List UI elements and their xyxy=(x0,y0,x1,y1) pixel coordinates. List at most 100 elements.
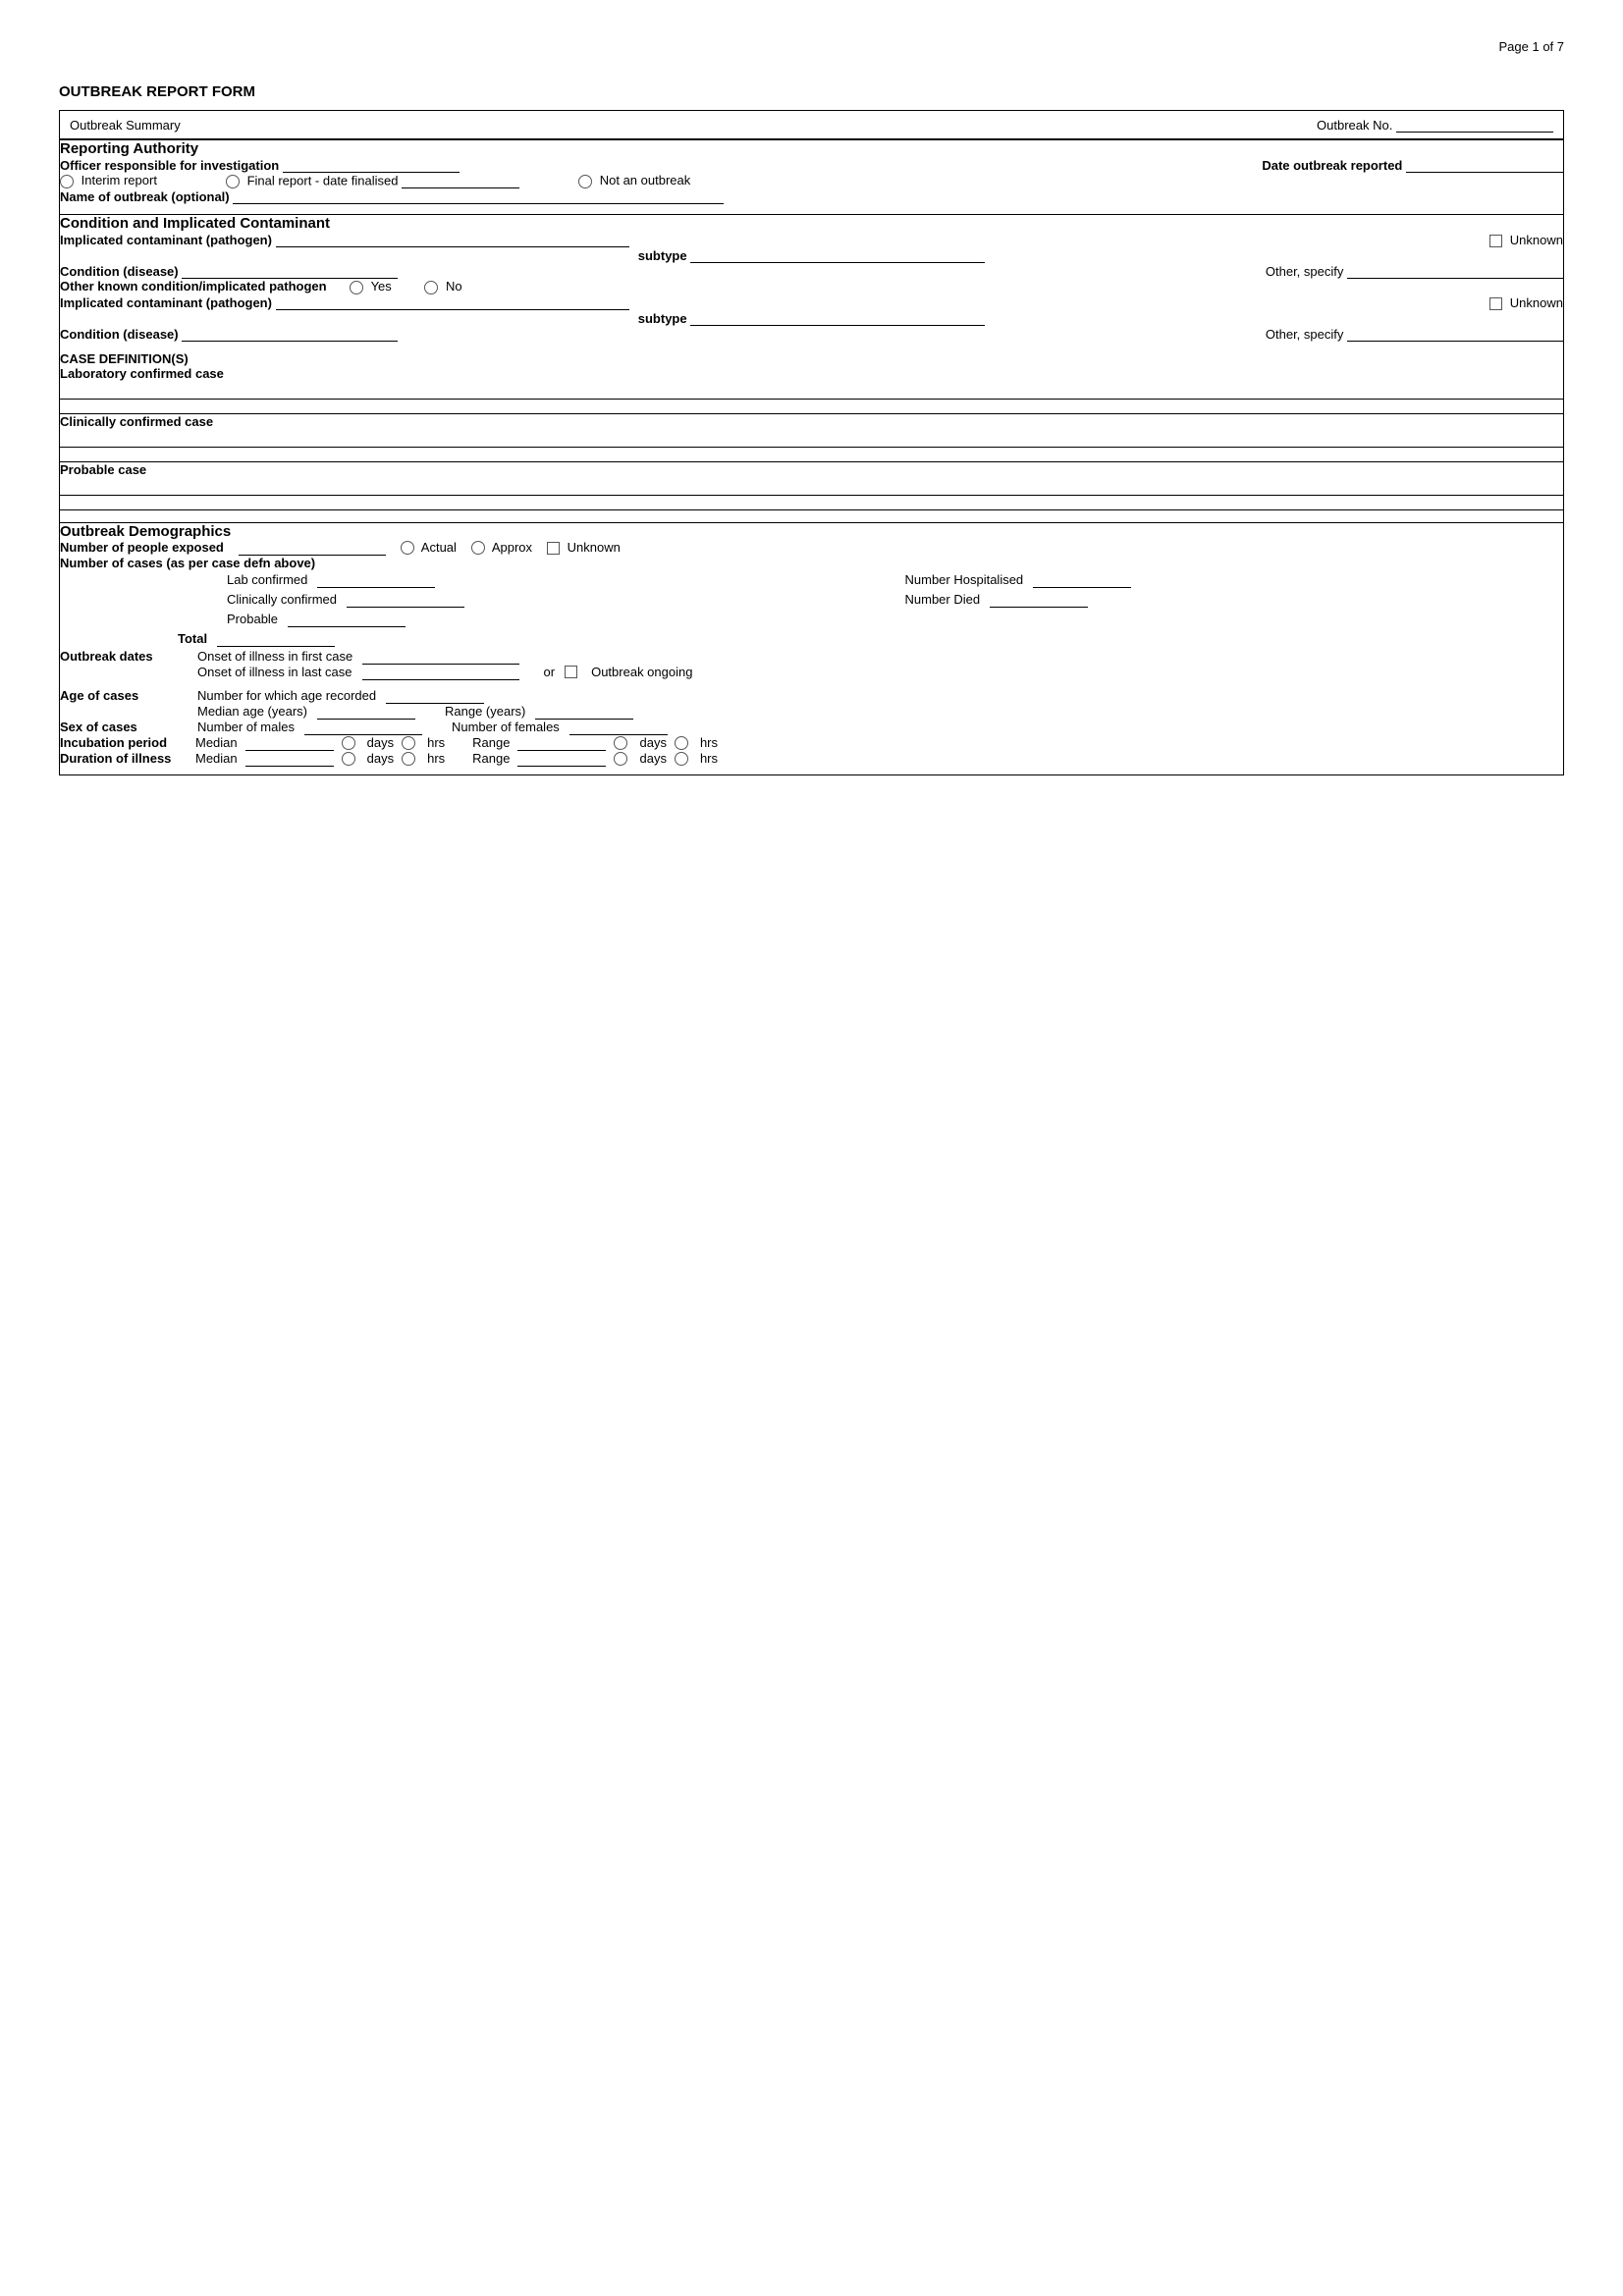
implicated-field2[interactable] xyxy=(276,294,629,310)
clin-def-line1 xyxy=(60,447,1563,448)
incubation-range-days-radio[interactable] xyxy=(614,736,627,750)
duration-median-label: Median xyxy=(195,751,238,766)
incubation-days-label: days xyxy=(367,735,394,750)
outbreak-name-field[interactable] xyxy=(233,188,724,204)
not-outbreak-label: Not an outbreak xyxy=(600,173,691,187)
median-age-label: Median age (years) xyxy=(197,704,307,719)
implicated-field1[interactable] xyxy=(276,232,629,247)
duration-hrs-radio[interactable] xyxy=(402,752,415,766)
num-males-field[interactable] xyxy=(304,720,422,735)
incubation-range-hrs-radio[interactable] xyxy=(675,736,688,750)
condition-field2[interactable] xyxy=(182,326,398,342)
incubation-hrs-radio[interactable] xyxy=(402,736,415,750)
page-number: Page 1 of 7 xyxy=(59,39,1564,54)
duration-range-hrs-label: hrs xyxy=(700,751,718,766)
age-recorded-label: Number for which age recorded xyxy=(197,688,376,703)
unknown-checkbox2[interactable] xyxy=(1489,297,1502,310)
not-outbreak-radio[interactable] xyxy=(578,175,592,188)
range-age-field[interactable] xyxy=(535,704,633,720)
duration-range-label: Range xyxy=(472,751,510,766)
onset-first-row: Outbreak dates Onset of illness in first… xyxy=(60,649,1564,665)
num-hosp-label: Number Hospitalised xyxy=(905,572,1024,587)
interim-radio[interactable] xyxy=(60,175,74,188)
lab-count-field[interactable] xyxy=(317,572,435,588)
total-label: Total xyxy=(178,631,207,646)
onset-first-field[interactable] xyxy=(362,649,519,665)
yes-label: Yes xyxy=(371,279,392,294)
range-years-label: Range (years) xyxy=(445,704,525,719)
incubation-range-field[interactable] xyxy=(517,735,606,751)
officer-field[interactable] xyxy=(283,157,460,173)
exposed-field[interactable] xyxy=(239,540,386,556)
case-def-row: CASE DEFINITION(S) xyxy=(60,351,1564,366)
prob-def-line2 xyxy=(60,509,1563,510)
other-specify-field1[interactable] xyxy=(1347,263,1563,279)
unknown-checkbox1[interactable] xyxy=(1489,235,1502,247)
actual-label: Actual xyxy=(421,540,457,555)
demographics-header-row: Outbreak Demographics xyxy=(60,522,1564,540)
median-age-field[interactable] xyxy=(317,704,415,720)
final-radio[interactable] xyxy=(226,175,240,188)
summary-header-row: Outbreak Summary Outbreak No. xyxy=(60,111,1564,140)
officer-label: Officer responsible for investigation xyxy=(60,158,279,173)
outbreak-no-field[interactable] xyxy=(1396,117,1553,133)
age-recorded-field[interactable] xyxy=(386,688,484,704)
lab-confirmed-sub-label: Lab confirmed xyxy=(227,572,307,587)
condition-row2: Condition (disease) Other, specify xyxy=(60,326,1564,351)
onset-last-field[interactable] xyxy=(362,665,519,680)
incubation-label: Incubation period xyxy=(60,735,188,750)
sex-row: Sex of cases Number of males Number of f… xyxy=(60,720,1564,735)
other-specify-field2[interactable] xyxy=(1347,326,1563,342)
unknown-label2: Unknown xyxy=(1510,295,1563,310)
condition-field1[interactable] xyxy=(182,263,398,279)
incubation-days-radio[interactable] xyxy=(342,736,355,750)
clin-confirmed-sub-label: Clinically confirmed xyxy=(227,592,337,607)
subtype-label2: subtype xyxy=(638,311,687,326)
unknown-label-exposed: Unknown xyxy=(568,540,621,555)
no-radio[interactable] xyxy=(424,281,438,294)
date-field[interactable] xyxy=(1406,157,1563,173)
actual-radio[interactable] xyxy=(401,541,414,555)
probable-sub-label: Probable xyxy=(227,612,278,626)
final-date-field[interactable] xyxy=(402,173,519,188)
incubation-range-hrs-label: hrs xyxy=(700,735,718,750)
outbreak-ongoing-checkbox[interactable] xyxy=(565,666,577,678)
subtype-field2[interactable] xyxy=(690,310,985,326)
subtype-label1: subtype xyxy=(638,248,687,263)
clin-count-field[interactable] xyxy=(347,592,464,608)
lab-conf-hosp-row: Lab confirmed Number Hospitalised xyxy=(60,570,1564,590)
incubation-hrs-label: hrs xyxy=(427,735,445,750)
condition-label2: Condition (disease) xyxy=(60,327,179,342)
duration-median-field[interactable] xyxy=(245,751,334,767)
outbreak-no-label: Outbreak No. xyxy=(1317,117,1553,133)
other-specify-label1: Other, specify xyxy=(1266,264,1343,279)
incubation-median-field[interactable] xyxy=(245,735,334,751)
outbreak-summary-label: Outbreak Summary xyxy=(70,118,181,133)
total-count-field[interactable] xyxy=(217,631,335,647)
onset-first-label: Onset of illness in first case xyxy=(197,649,352,664)
unknown-checkbox-exposed[interactable] xyxy=(547,542,560,555)
probable-row: Probable case xyxy=(60,462,1564,523)
probable-label: Probable case xyxy=(60,462,146,477)
subtype-field1[interactable] xyxy=(690,247,985,263)
clinically-row: Clinically confirmed case xyxy=(60,414,1564,462)
cases-label: Number of cases (as per case defn above) xyxy=(60,556,315,570)
num-hosp-field[interactable] xyxy=(1033,572,1131,588)
duration-days-radio[interactable] xyxy=(342,752,355,766)
subtype-row1: subtype xyxy=(60,247,1564,263)
yes-radio[interactable] xyxy=(350,281,363,294)
num-females-field[interactable] xyxy=(569,720,668,735)
outbreak-name-label: Name of outbreak (optional) xyxy=(60,189,230,204)
probable-count-field[interactable] xyxy=(288,612,406,627)
num-died-field[interactable] xyxy=(990,592,1088,608)
implicated-label1: Implicated contaminant (pathogen) xyxy=(60,233,272,247)
age-row: Age of cases Number for which age record… xyxy=(60,688,1564,704)
duration-range-field[interactable] xyxy=(517,751,606,767)
report-type-row: Interim report Final report - date final… xyxy=(60,173,1564,188)
or-label: or xyxy=(544,665,556,679)
duration-range-hrs-radio[interactable] xyxy=(675,752,688,766)
lab-confirmed-row: Laboratory confirmed case xyxy=(60,366,1564,414)
approx-radio[interactable] xyxy=(471,541,485,555)
duration-range-days-radio[interactable] xyxy=(614,752,627,766)
final-label: Final report - date finalised xyxy=(247,173,399,187)
